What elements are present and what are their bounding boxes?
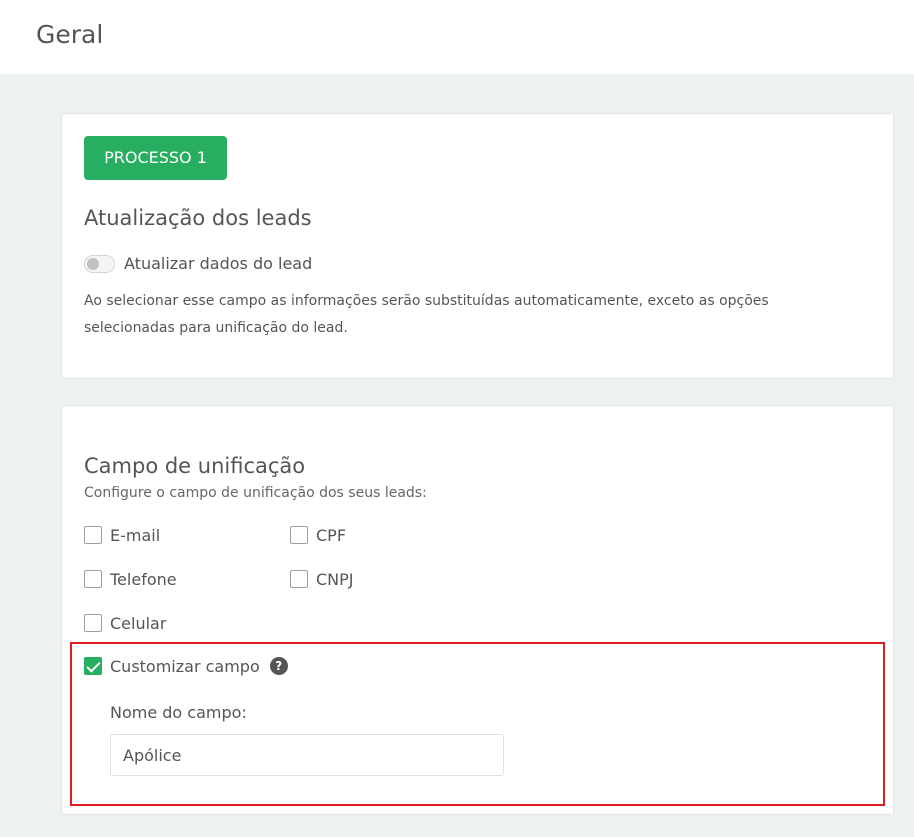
lead-update-title: Atualização dos leads [84, 206, 312, 230]
unification-subtitle: Configure o campo de unificação dos seus… [84, 485, 427, 501]
celular-label: Celular [110, 613, 167, 633]
cpf-label: CPF [316, 525, 347, 545]
cnpj-label: CNPJ [316, 569, 354, 589]
option-cpf[interactable]: CPF [290, 525, 346, 545]
telefone-checkbox[interactable] [84, 570, 102, 588]
unification-card: Campo de unificação Configure o campo de… [61, 405, 894, 815]
email-checkbox[interactable] [84, 526, 102, 544]
page-title: Geral [36, 20, 104, 49]
lead-update-card: PROCESSO 1 Atualização dos leads Atualiz… [61, 113, 894, 379]
option-cnpj[interactable]: CNPJ [290, 569, 354, 589]
lead-update-description: Ao selecionar esse campo as informações … [84, 293, 769, 336]
customizar-campo-checkbox[interactable] [84, 657, 102, 675]
toggle-knob [87, 258, 99, 270]
process-1-button[interactable]: PROCESSO 1 [84, 136, 227, 180]
option-customizar-campo[interactable]: Customizar campo ? [84, 656, 288, 676]
help-icon[interactable]: ? [269, 657, 288, 675]
cnpj-checkbox[interactable] [290, 570, 308, 588]
update-lead-toggle[interactable] [84, 255, 115, 273]
option-email[interactable]: E-mail [84, 525, 160, 545]
cpf-checkbox[interactable] [290, 526, 308, 544]
telefone-label: Telefone [110, 569, 177, 589]
option-telefone[interactable]: Telefone [84, 569, 177, 589]
field-name-label: Nome do campo: [110, 703, 247, 722]
field-name-input[interactable] [110, 734, 504, 776]
celular-checkbox[interactable] [84, 614, 102, 632]
email-label: E-mail [110, 525, 161, 545]
unification-title: Campo de unificação [84, 454, 306, 478]
option-celular[interactable]: Celular [84, 613, 166, 633]
update-lead-toggle-label: Atualizar dados do lead [124, 254, 313, 273]
customizar-campo-label: Customizar campo [110, 656, 260, 676]
page-header: Geral [0, 0, 914, 74]
